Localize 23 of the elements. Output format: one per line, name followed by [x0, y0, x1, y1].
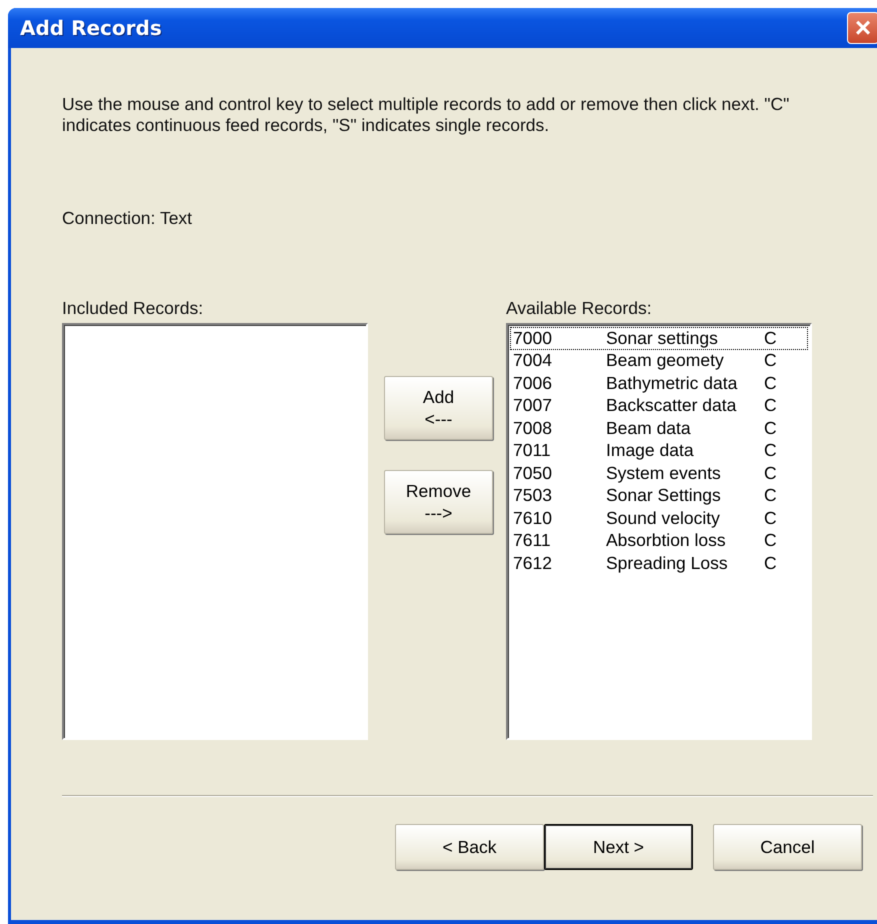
record-row[interactable]: 7611 Absorbtion loss C [510, 530, 808, 552]
connection-label: Connection: Text [62, 208, 194, 229]
record-row[interactable]: 7610 Sound velocity C [510, 507, 808, 530]
wizard-button[interactable]: Next > [544, 824, 693, 870]
add-button[interactable]: Add <--- [384, 376, 493, 440]
available-records-label: Available Records: [506, 298, 653, 319]
record-row[interactable]: 7008 Beam data C [510, 417, 808, 440]
close-button[interactable]: × [847, 12, 877, 44]
remove-button[interactable]: Remove ---> [384, 470, 493, 534]
record-row[interactable]: 7011 Image data C [510, 440, 808, 462]
record-row[interactable]: 7000 Sonar settings C [510, 327, 808, 350]
instructions-text: Use the mouse and control key to select multiple records to add or remove then click next. "C" indicates continuous feed records, "S" indicates single records. [62, 94, 790, 136]
record-row[interactable]: 7612 Spreading Loss C [510, 552, 808, 574]
record-row[interactable]: 7503 Sonar Settings C [510, 484, 808, 507]
included-records-label: Included Records: [62, 298, 204, 319]
wizard-button[interactable]: < Back [395, 824, 544, 870]
record-row[interactable]: 7050 System events C [510, 462, 808, 484]
wizard-button[interactable]: Cancel [713, 824, 862, 870]
record-row[interactable]: 7007 Backscatter data C [510, 394, 808, 417]
window-title: Add Records [20, 16, 162, 40]
record-row[interactable]: 7006 Bathymetric data C [510, 372, 808, 394]
included-records-list[interactable] [62, 323, 368, 740]
record-row[interactable]: 7004 Beam geomety C [510, 350, 808, 372]
